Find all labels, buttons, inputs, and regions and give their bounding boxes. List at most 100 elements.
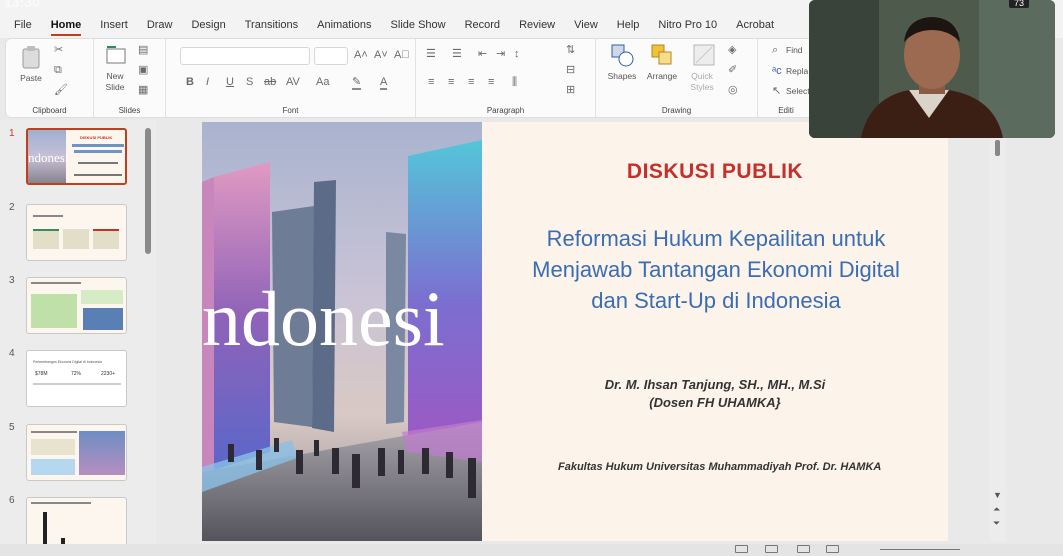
tab-slide-show[interactable]: Slide Show [391,19,446,36]
tab-review[interactable]: Review [519,19,555,36]
new-slide-icon[interactable] [104,43,128,67]
increase-indent-icon[interactable]: ⇥ [496,49,505,60]
layout-icon[interactable]: ▤ [138,45,148,56]
font-size-box[interactable] [314,47,348,65]
shrink-font-icon[interactable]: A˅ [374,50,388,61]
smartart-icon[interactable]: ⊞ [566,85,575,96]
find-label[interactable]: Find [786,45,803,55]
copy-icon[interactable]: ⧉ [54,65,62,76]
zoom-slider[interactable] [880,549,960,550]
styles-label[interactable]: Styles [684,82,720,92]
slide-sorter-icon[interactable] [765,545,778,553]
columns-icon[interactable]: ⫼ [512,77,517,88]
cut-icon[interactable]: ✂ [54,45,63,56]
justify-icon[interactable]: ≡ [488,77,494,88]
thumbnail-slide-4[interactable]: Perkembangan Ekonomi Digital di Indonesi… [26,350,127,407]
format-painter-icon[interactable]: 🖌 [54,85,68,96]
tab-help[interactable]: Help [617,19,640,36]
replace-icon[interactable]: ᵃc [772,66,782,77]
thumbnail-scrollbar[interactable] [145,128,151,254]
char-spacing-icon[interactable]: AV [286,77,300,88]
strikethrough-icon[interactable]: ab [264,77,276,88]
tab-view[interactable]: View [574,19,598,36]
thumb-1-line [74,174,122,176]
thumbnail-slide-5[interactable] [26,424,127,481]
section-icon[interactable]: ▦ [138,85,148,96]
quick-label[interactable]: Quick [684,71,720,81]
new-label[interactable]: New [100,71,130,81]
change-case-icon[interactable]: Aa [316,77,329,88]
tab-home[interactable]: Home [50,19,82,36]
replace-label[interactable]: Repla [786,66,808,76]
font-color-icon[interactable]: A [380,77,388,90]
clipboard-group: Paste ✂ ⧉ 🖌 Clipboard [6,39,94,119]
shadow-icon[interactable]: S [246,77,253,88]
tab-acrobat[interactable]: Acrobat [736,19,774,36]
tab-file[interactable]: File [14,19,32,36]
select-label[interactable]: Select [786,86,810,96]
align-text-icon[interactable]: ⊟ [566,65,575,76]
paste-icon[interactable] [20,45,42,69]
clipboard-group-label: Clipboard [32,106,67,115]
tab-record[interactable]: Record [465,19,500,36]
arrange-label[interactable]: Arrange [642,71,682,81]
reading-view-icon[interactable] [797,545,810,553]
scroll-thumb[interactable] [995,140,1000,156]
slide-subtitle-line-3[interactable]: dan Start-Up di Indonesia [486,285,946,316]
slide-faculty[interactable]: Fakultas Hukum Universitas Muhammadiyah … [558,461,881,473]
align-center-icon[interactable]: ≡ [448,77,454,88]
thumb-3-image [83,308,123,330]
slide-affiliation[interactable]: (Dosen FH UHAMKA} [482,395,948,410]
decrease-indent-icon[interactable]: ⇤ [478,49,487,60]
next-slide-icon[interactable]: ⏷ [993,518,1000,529]
align-left-icon[interactable]: ≡ [428,77,434,88]
thumb-1-line [78,162,118,164]
font-name-box[interactable] [180,47,310,65]
italic-icon[interactable]: I [206,77,209,88]
editing-group: ⌕ Find ᵃc Repla ↖ Select Editi [758,39,814,119]
previous-slide-icon[interactable]: ⏶ [993,504,1000,515]
tab-design[interactable]: Design [191,19,225,36]
paste-label[interactable]: Paste [16,73,46,83]
thumbnail-slide-2[interactable] [26,204,127,261]
tab-animations[interactable]: Animations [317,19,371,36]
slide-subtitle-line-1[interactable]: Reformasi Hukum Kepailitan untuk [486,223,946,254]
align-right-icon[interactable]: ≡ [468,77,474,88]
tab-nitro[interactable]: Nitro Pro 10 [658,19,717,36]
highlight-icon[interactable]: ✎ [352,77,362,90]
bullets-icon[interactable]: ☰ [426,49,436,60]
font-group: A˄ A˅ A⃠ B I U S ab AV Aa ✎ A Font [166,39,416,119]
slide-author[interactable]: Dr. M. Ihsan Tanjung, SH., MH., M.Si [482,377,948,392]
slide-subtitle-line-2[interactable]: Menjawab Tantangan Ekonomi Digital [486,254,946,285]
tab-transitions[interactable]: Transitions [245,19,298,36]
shapes-icon[interactable] [610,43,634,67]
thumbnail-slide-3[interactable] [26,277,127,334]
reset-icon[interactable]: ▣ [138,65,148,76]
line-spacing-icon[interactable]: ↕ [514,49,520,60]
normal-view-icon[interactable] [735,545,748,553]
slide-canvas[interactable]: ndonesi DISKUSI PUBLIK Reformasi Hukum K… [202,122,948,541]
scroll-down-icon[interactable]: ▼ [993,490,1002,500]
shape-fill-icon[interactable]: ◈ [728,45,736,56]
shape-effects-icon[interactable]: ◎ [728,85,738,96]
thumb-2-block [63,229,89,249]
slide-label[interactable]: Slide [100,82,130,92]
slide-title[interactable]: DISKUSI PUBLIK [482,160,948,184]
clear-format-icon[interactable]: A⃠ [394,50,410,61]
select-icon[interactable]: ↖ [772,86,781,97]
slide-scrollbar[interactable]: ▼ ⏶ ⏷ [990,122,1006,542]
arrange-icon[interactable] [650,43,674,67]
shape-outline-icon[interactable]: ✐ [728,65,737,76]
text-direction-icon[interactable]: ⇅ [566,45,575,56]
find-icon[interactable]: ⌕ [772,45,778,56]
tab-draw[interactable]: Draw [147,19,173,36]
grow-font-icon[interactable]: A˄ [354,50,368,61]
slideshow-view-icon[interactable] [826,545,839,553]
shapes-label[interactable]: Shapes [604,71,640,81]
bold-icon[interactable]: B [186,77,194,88]
underline-icon[interactable]: U [226,77,234,88]
quick-styles-icon[interactable] [692,43,716,67]
tab-insert[interactable]: Insert [100,19,128,36]
numbering-icon[interactable]: ☰ [452,49,462,60]
thumbnail-slide-1[interactable]: ndonesi DISKUSI PUBLIK [26,128,127,185]
